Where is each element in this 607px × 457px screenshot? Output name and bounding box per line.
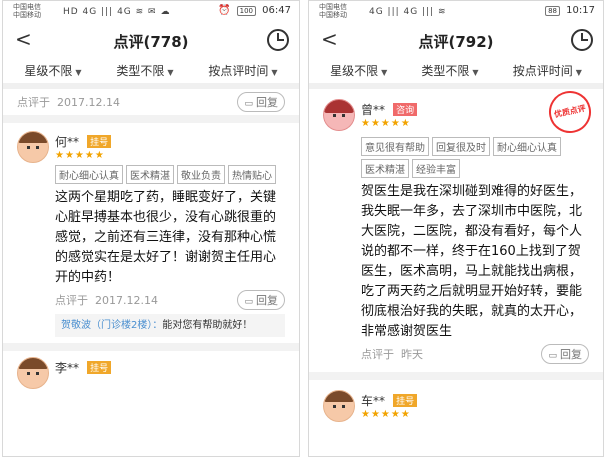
chip: 医术精湛 [126,165,174,184]
comment-icon: ▭ [244,297,253,307]
chip: 意见很有帮助 [361,137,429,156]
review-type-tag: 挂号 [87,135,112,148]
filter-type[interactable]: 类型不限 ▼ [116,62,173,79]
carrier-2: 中国移动 [319,11,347,19]
review-type-tag: 咨询 [393,103,418,116]
caret-down-icon: ▼ [575,67,582,77]
status-right: ⏰ 100 06:47 [218,5,291,16]
chip: 敬业负责 [177,165,225,184]
chip: 耐心细心认真 [55,165,123,184]
status-time: 06:47 [262,5,291,16]
signal-icons: 4G ||| 4G ||| ≋ [369,7,447,17]
review-meta: 点评于 2017.12.14 ▭ 回复 [17,89,285,115]
reply-button[interactable]: ▭ 回复 [237,290,285,310]
reply-button[interactable]: ▭ 回复 [237,92,285,112]
review-partial-top: 点评于 2017.12.14 ▭ 回复 [3,89,299,123]
caret-down-icon: ▼ [75,67,82,77]
carrier-1: 中国电信 [13,3,41,11]
review-item-next: 李** 挂号 [3,351,299,389]
filter-sort-time[interactable]: 按点评时间 ▼ [208,62,277,79]
star-rating: ★★★★★ [361,118,411,129]
doctor-reply: 贺敬波（门诊楼2楼）：能对您有帮助就好！ [55,314,285,337]
filter-star-level[interactable]: 星级不限 ▼ [330,62,387,79]
filter-type[interactable]: 类型不限 ▼ [421,62,478,79]
chip: 医术精湛 [361,159,409,178]
comment-icon: ▭ [548,351,557,361]
status-right: 88 10:17 [542,5,595,16]
caret-down-icon: ▼ [381,67,388,77]
review-type-tag: 挂号 [393,394,418,407]
filter-sort-time[interactable]: 按点评时间 ▼ [513,62,582,79]
carrier-2: 中国移动 [13,11,41,19]
status-bar: 中国电信 中国移动 HD 4G ||| 4G ≋ ✉ ☁ ⏰ 100 06:47 [3,1,299,23]
divider [3,115,299,123]
chip: 经验丰富 [412,159,460,178]
alarm-icon: ⏰ [217,5,231,16]
star-rating: ★★★★★ [55,150,105,161]
filter-bar: 星级不限 ▼ 类型不限 ▼ 按点评时间 ▼ [3,57,299,89]
review-chips: 耐心细心认真 医术精湛 敬业负责 热情贴心 [55,165,285,184]
reviewer-name: 曾** [361,103,386,117]
filter-bar: 星级不限 ▼ 类型不限 ▼ 按点评时间 ▼ [309,57,603,89]
chip: 耐心细心认真 [493,137,561,156]
carrier-1: 中国电信 [319,3,347,11]
clock-icon[interactable] [571,29,593,51]
review-meta: 点评于 2017.12.14 ▭ 回复 [17,288,285,312]
review-text: 贺医生是我在深圳碰到难得的好医生，我失眠一年多，去了深圳市中医院，北大医院，二医… [361,184,583,339]
divider [3,343,299,351]
carrier-label: 中国电信 中国移动 [13,3,41,19]
review-date: 点评于 2017.12.14 [17,96,120,109]
doctor-reply-text: 能对您有帮助就好！ [162,320,253,331]
page-title: 点评(778) [113,33,189,51]
right-phone-screen: 中国电信 中国移动 4G ||| 4G ||| ≋ 88 10:17 < 点评(… [308,0,604,457]
review-date: 点评于 昨天 [361,348,423,361]
review-item: 优质点评 曾** 咨询 ★★★★★ 意见很有帮助 回复很及时 耐心细心认真 医术… [309,87,603,380]
caret-down-icon: ▼ [167,67,174,77]
signal-icons: HD 4G ||| 4G ≋ ✉ ☁ [63,7,171,17]
review-body: 何** 挂号 ★★★★★ 耐心细心认真 医术精湛 敬业负责 热情贴心 [17,131,285,184]
reviewer-name: 李** [55,361,80,375]
left-phone-screen: 中国电信 中国移动 HD 4G ||| 4G ≋ ✉ ☁ ⏰ 100 06:47… [2,0,300,457]
doctor-reply-author: 贺敬波（门诊楼2楼）： [61,320,163,331]
carrier-label: 中国电信 中国移动 [319,3,347,19]
chip: 热情贴心 [228,165,276,184]
review-date: 点评于 2017.12.14 [55,294,158,307]
review-text: 这两个星期吃了药，睡眠变好了，关键心脏早搏基本也很少，没有心跳很重的感觉，之前还… [55,190,277,285]
review-type-tag: 挂号 [87,361,112,374]
divider [309,372,603,380]
clock-icon[interactable] [267,29,289,51]
title-bar: < 点评(792) [309,23,603,57]
chip: 回复很及时 [432,137,490,156]
title-bar: < 点评(778) [3,23,299,57]
caret-down-icon: ▼ [271,67,278,77]
reviewer-name: 何** [55,135,80,149]
status-bar: 中国电信 中国移动 4G ||| 4G ||| ≋ 88 10:17 [309,1,603,23]
filter-star-level[interactable]: 星级不限 ▼ [24,62,81,79]
review-item: 何** 挂号 ★★★★★ 耐心细心认真 医术精湛 敬业负责 热情贴心 这两个星期… [3,123,299,351]
reviewer-name: 车** [361,394,386,408]
review-item-next: 车** 挂号 ★★★★★ [309,380,603,422]
reply-button[interactable]: ▭ 回复 [541,344,589,364]
battery-icon: 88 [545,6,560,16]
review-meta: 点评于 昨天 ▭ 回复 [361,342,589,366]
page-title: 点评(792) [418,33,494,51]
review-chips: 意见很有帮助 回复很及时 耐心细心认真 医术精湛 经验丰富 [361,137,589,178]
star-rating: ★★★★★ [361,409,411,420]
review-body: 曾** 咨询 ★★★★★ 意见很有帮助 回复很及时 耐心细心认真 医术精湛 经验… [323,99,589,366]
caret-down-icon: ▼ [472,67,479,77]
status-time: 10:17 [566,5,595,16]
comment-icon: ▭ [244,99,253,109]
battery-icon: 100 [236,6,256,16]
